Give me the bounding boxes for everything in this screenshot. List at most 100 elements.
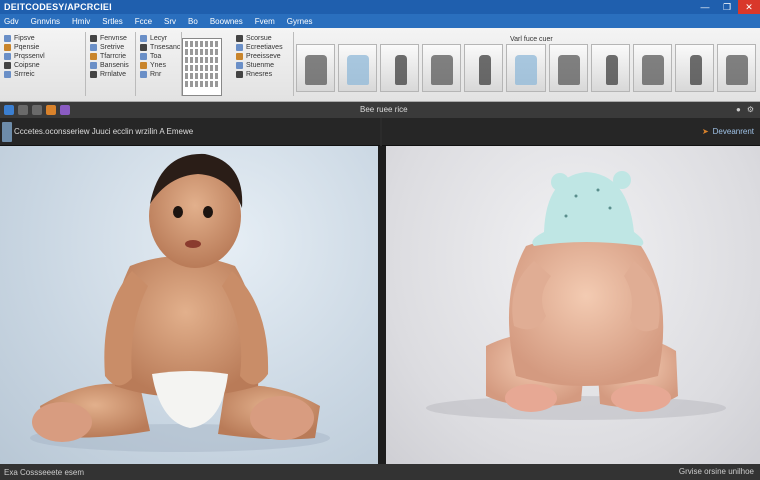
crop-icon[interactable] xyxy=(46,105,56,115)
command-label: Fipsve xyxy=(14,35,35,42)
style-thumbnail[interactable] xyxy=(716,44,757,92)
ribbon-group-editing: Scorsue Ecreetiaves Preeisseve Stuenme R… xyxy=(232,32,294,96)
gear-icon[interactable]: ⚙ xyxy=(747,105,754,114)
command-icon xyxy=(140,62,147,69)
window-title: DEITCODESY/APCRCIEI xyxy=(4,2,112,12)
ribbon-command[interactable]: Prqssenvl xyxy=(4,52,81,61)
command-icon xyxy=(90,44,97,51)
status-text: Exa Cossseeete esem xyxy=(4,467,85,477)
ribbon-command[interactable]: Rnesres xyxy=(236,70,289,79)
command-icon xyxy=(236,53,243,60)
ribbon-command[interactable]: Ecreetiaves xyxy=(236,43,289,52)
command-icon xyxy=(90,62,97,69)
menu-item[interactable]: Fvem xyxy=(255,17,275,26)
style-thumbnail[interactable] xyxy=(506,44,546,92)
style-thumbnail[interactable] xyxy=(464,44,504,92)
menu-item[interactable]: Gyrnes xyxy=(287,17,313,26)
ribbon-command[interactable]: Bansenis xyxy=(90,61,131,70)
command-icon xyxy=(4,62,11,69)
command-label: Toa xyxy=(150,53,162,60)
minimize-button[interactable]: — xyxy=(694,0,716,14)
left-photo-canvas[interactable] xyxy=(0,146,378,464)
arrow-icon: ➤ xyxy=(701,127,709,136)
format-dialog-preview[interactable] xyxy=(182,38,222,96)
command-label: Stuenme xyxy=(246,62,275,69)
redo-icon[interactable] xyxy=(32,105,42,115)
ribbon-command[interactable]: Rrnlatve xyxy=(90,70,131,79)
style-thumbnail[interactable] xyxy=(338,44,378,92)
command-icon xyxy=(236,35,243,42)
style-thumbnail[interactable] xyxy=(674,44,714,92)
ribbon-group-font: Fenvnse Sretrive Tfarrcrie Bansenis Rrnl… xyxy=(86,32,136,96)
style-thumbnail[interactable] xyxy=(422,44,462,92)
styles-gallery xyxy=(296,44,757,94)
command-label: Tnsesanc xyxy=(150,44,181,51)
menu-item[interactable]: Gnnvins xyxy=(31,17,60,26)
ribbon-command[interactable]: Rnr xyxy=(140,70,177,79)
menu-item[interactable]: Bo xyxy=(188,17,198,26)
ribbon-command[interactable]: Scorsue xyxy=(236,34,289,43)
ribbon-command[interactable]: Ynes xyxy=(140,61,177,70)
ribbon-command[interactable]: Srrreic xyxy=(4,70,81,79)
title-bar: DEITCODESY/APCRCIEI — ❐ ✕ xyxy=(0,0,760,14)
image-thumbnail-icon[interactable] xyxy=(2,122,12,142)
command-icon xyxy=(140,44,147,51)
command-icon xyxy=(236,71,243,78)
command-icon xyxy=(90,53,97,60)
command-label: Pqensie xyxy=(14,44,40,51)
ribbon-command[interactable]: Toa xyxy=(140,52,177,61)
style-thumbnail[interactable] xyxy=(548,44,588,92)
style-thumbnail[interactable] xyxy=(632,44,672,92)
baby-in-diaper-image xyxy=(30,153,330,452)
command-icon xyxy=(4,35,11,42)
ribbon-command[interactable]: Tfarrcrie xyxy=(90,52,131,61)
style-thumbnail[interactable] xyxy=(296,44,336,92)
ribbon-command[interactable]: Fenvnse xyxy=(90,34,131,43)
command-label: Srrreic xyxy=(14,71,35,78)
undo-icon[interactable] xyxy=(18,105,28,115)
record-icon[interactable]: ● xyxy=(736,105,741,114)
command-label: Ecreetiaves xyxy=(246,44,283,51)
ribbon-command[interactable]: Preeisseve xyxy=(236,52,289,61)
command-label: Sretrive xyxy=(100,44,125,51)
filter-icon[interactable] xyxy=(60,105,70,115)
command-icon xyxy=(4,53,11,60)
command-label: Rrnlatve xyxy=(100,71,127,78)
ribbon-command[interactable]: Fipsve xyxy=(4,34,81,43)
command-icon xyxy=(140,53,147,60)
ribbon-command[interactable]: Lecyr xyxy=(140,34,177,43)
style-thumbnail[interactable] xyxy=(380,44,420,92)
ribbon-command[interactable]: Tnsesanc xyxy=(140,43,181,52)
menu-item[interactable]: Hmiv xyxy=(72,17,90,26)
left-panel-header: Cccetes.oconsseriew Juuci ecclin wrzilin… xyxy=(0,118,380,146)
menu-item[interactable]: Srtles xyxy=(102,17,122,26)
styles-gallery-label: Varl fuce cuer xyxy=(510,36,553,43)
ribbon: Fipsve Pqensie Prqssenvl Coipsne Srrreic… xyxy=(0,28,760,102)
image-toolbar: Bee ruee rice ● ⚙ xyxy=(0,102,760,118)
document-name: Bee ruee rice xyxy=(360,105,408,114)
panel-divider[interactable] xyxy=(378,146,386,464)
right-panel-title[interactable]: Deveanrent xyxy=(713,127,754,136)
right-photo-canvas[interactable] xyxy=(386,146,760,464)
maximize-button[interactable]: ❐ xyxy=(716,0,738,14)
ribbon-command[interactable]: Coipsne xyxy=(4,61,81,70)
menu-item[interactable]: Boownes xyxy=(210,17,243,26)
command-label: Prqssenvl xyxy=(14,53,45,60)
command-label: Fenvnse xyxy=(100,35,127,42)
command-icon xyxy=(90,35,97,42)
ribbon-group-paragraph: Lecyr Tnsesanc Toa Ynes Rnr xyxy=(136,32,182,96)
ribbon-command[interactable]: Pqensie xyxy=(4,43,81,52)
command-label: Coipsne xyxy=(14,62,40,69)
ribbon-command[interactable]: Sretrive xyxy=(90,43,131,52)
menu-item[interactable]: Gdv xyxy=(4,17,19,26)
status-bar: Exa Cossseeete esem Grvise orsine unilho… xyxy=(0,464,760,480)
menu-item[interactable]: Srv xyxy=(164,17,176,26)
menu-item[interactable]: Fcce xyxy=(135,17,152,26)
close-button[interactable]: ✕ xyxy=(738,0,760,14)
save-icon[interactable] xyxy=(4,105,14,115)
command-icon xyxy=(236,62,243,69)
style-thumbnail[interactable] xyxy=(590,44,630,92)
left-panel-title: Cccetes.oconsseriew Juuci ecclin wrzilin… xyxy=(14,127,194,136)
command-icon xyxy=(140,71,147,78)
ribbon-command[interactable]: Stuenme xyxy=(236,61,289,70)
